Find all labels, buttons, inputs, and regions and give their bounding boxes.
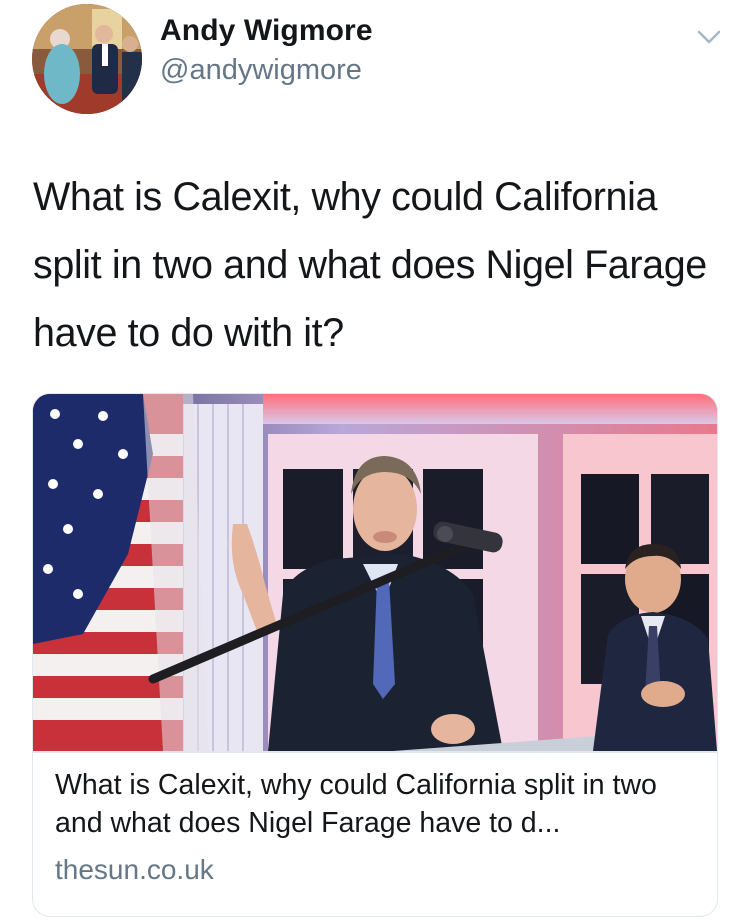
tweet: Andy Wigmore @andywigmore What is Calexi…: [0, 0, 750, 923]
card-domain[interactable]: thesun.co.uk: [55, 854, 214, 886]
card-image[interactable]: [33, 394, 717, 751]
author-name[interactable]: Andy Wigmore: [160, 14, 373, 48]
profile-photo-icon: [32, 4, 142, 114]
card-title[interactable]: What is Calexit, why could California sp…: [55, 766, 705, 842]
article-photo-icon: [33, 394, 717, 751]
link-card[interactable]: What is Calexit, why could California sp…: [32, 393, 718, 917]
tweet-text: What is Calexit, why could California sp…: [33, 175, 707, 355]
card-divider: [33, 751, 717, 753]
chevron-down-icon[interactable]: [694, 24, 724, 48]
avatar[interactable]: [32, 4, 142, 114]
author-handle[interactable]: @andywigmore: [160, 54, 362, 87]
